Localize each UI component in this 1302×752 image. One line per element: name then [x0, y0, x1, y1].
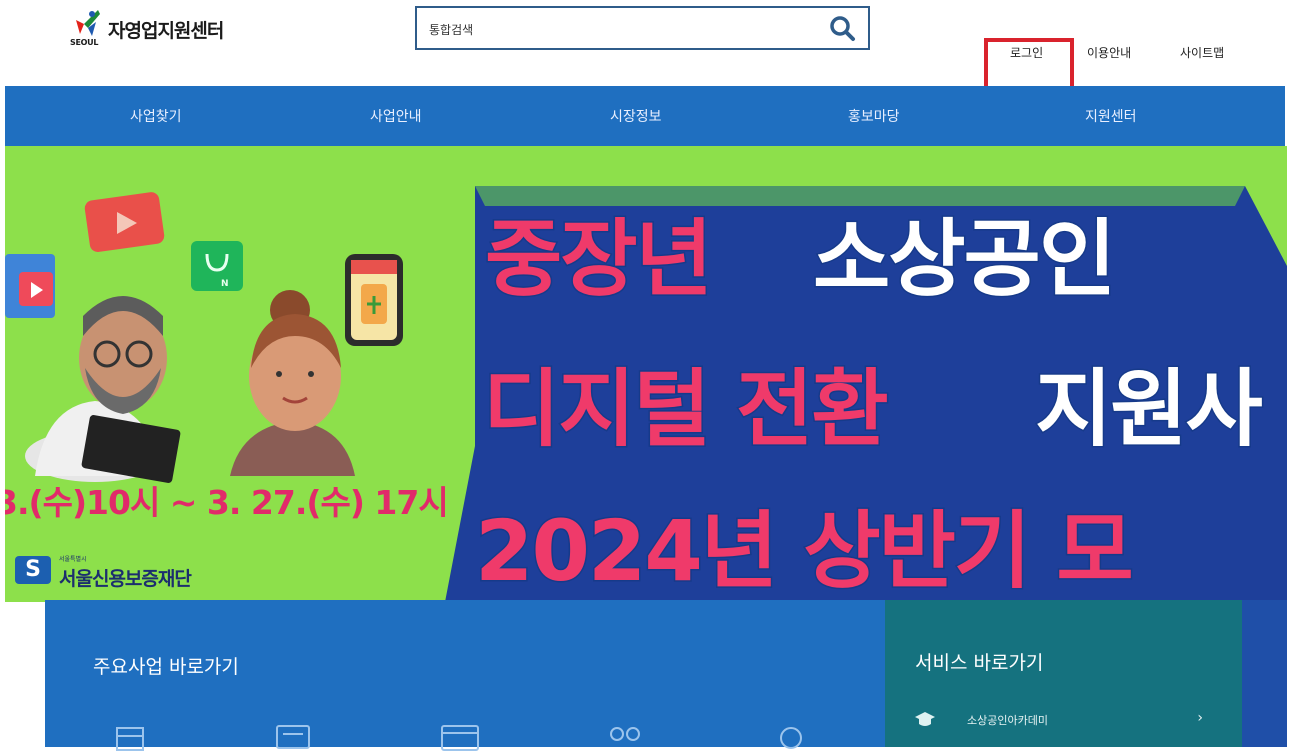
service-shortcuts-title: 서비스 바로가기: [915, 652, 1044, 674]
sponsor-name: 서울신용보증재단: [59, 568, 192, 590]
hero-banner[interactable]: N 중장년 소상공인 디지털 전환 지원사 2024년 상반기 모 3.(수)1…: [5, 146, 1287, 602]
sponsor-logo: S 서울특별시 서울신용보증재단: [15, 550, 275, 590]
logo-sub: SEOUL: [70, 38, 99, 47]
sitemap-link[interactable]: 사이트맵: [1180, 44, 1224, 61]
coins-icon[interactable]: [775, 724, 815, 752]
right-edge-panel: [1242, 600, 1287, 747]
sponsor-small-text: 서울특별시: [59, 556, 87, 563]
service-item-label: 소상공인아카데미: [967, 714, 1048, 727]
nav-item-promotion[interactable]: 홍보마당: [848, 106, 900, 126]
chevron-right-icon: ›: [1197, 710, 1203, 726]
woman-avatar-illustration: [230, 290, 355, 476]
banner-headline-line2b: 지원사: [1034, 359, 1265, 460]
sponsor-badge-icon: S: [15, 556, 51, 584]
computer-icon[interactable]: [273, 724, 313, 752]
nav-item-support-center[interactable]: 지원센터: [1085, 106, 1137, 126]
search-input[interactable]: [427, 18, 811, 42]
banner-headline-line1a: 중장년: [484, 209, 715, 310]
banner-headline-line1b: 소상공인: [811, 209, 1117, 310]
store-icon[interactable]: [113, 724, 153, 752]
nav-item-business-guide[interactable]: 사업안내: [370, 106, 422, 126]
banner-headline-line2a: 디지털 전환: [482, 359, 891, 460]
man-avatar-illustration: [25, 296, 181, 483]
main-business-title: 주요사업 바로가기: [93, 656, 239, 678]
logo-mark-icon: [76, 10, 100, 36]
search-icon[interactable]: [828, 14, 856, 42]
browser-icon[interactable]: [440, 724, 480, 752]
main-business-panel: 주요사업 바로가기: [45, 600, 885, 751]
banner-headline-line3: 2024년 상반기 모: [474, 501, 1136, 602]
site-logo[interactable]: 자영업지원센터 SEOUL: [70, 6, 270, 54]
svg-text:N: N: [221, 279, 229, 289]
nav-item-find-business[interactable]: 사업찾기: [130, 106, 182, 126]
main-nav: 사업찾기 사업안내 시장정보 홍보마당 지원센터: [5, 86, 1285, 146]
video-play-icon: [84, 192, 165, 253]
nav-item-market-info[interactable]: 시장정보: [610, 106, 662, 126]
service-shortcuts-panel: 서비스 바로가기 소상공인아카데미 ›: [885, 600, 1242, 747]
search-box: [415, 6, 870, 50]
service-item-academy[interactable]: 소상공인아카데미 ›: [915, 710, 1225, 732]
site-header: 자영업지원센터 SEOUL 로그인 이용안내 사이트맵: [0, 0, 1302, 94]
banner-date-range: 3.(수)10시 ~ 3. 27.(수) 17시: [5, 483, 449, 522]
logo-title: 자영업지원센터: [108, 20, 224, 42]
shop-product-icon: [345, 254, 403, 346]
n-app-icon: N: [191, 241, 243, 291]
people-icon[interactable]: [605, 724, 645, 752]
graduation-cap-icon: [915, 712, 935, 726]
guide-link[interactable]: 이용안내: [1087, 44, 1131, 61]
tablet-video-icon: [5, 254, 55, 318]
